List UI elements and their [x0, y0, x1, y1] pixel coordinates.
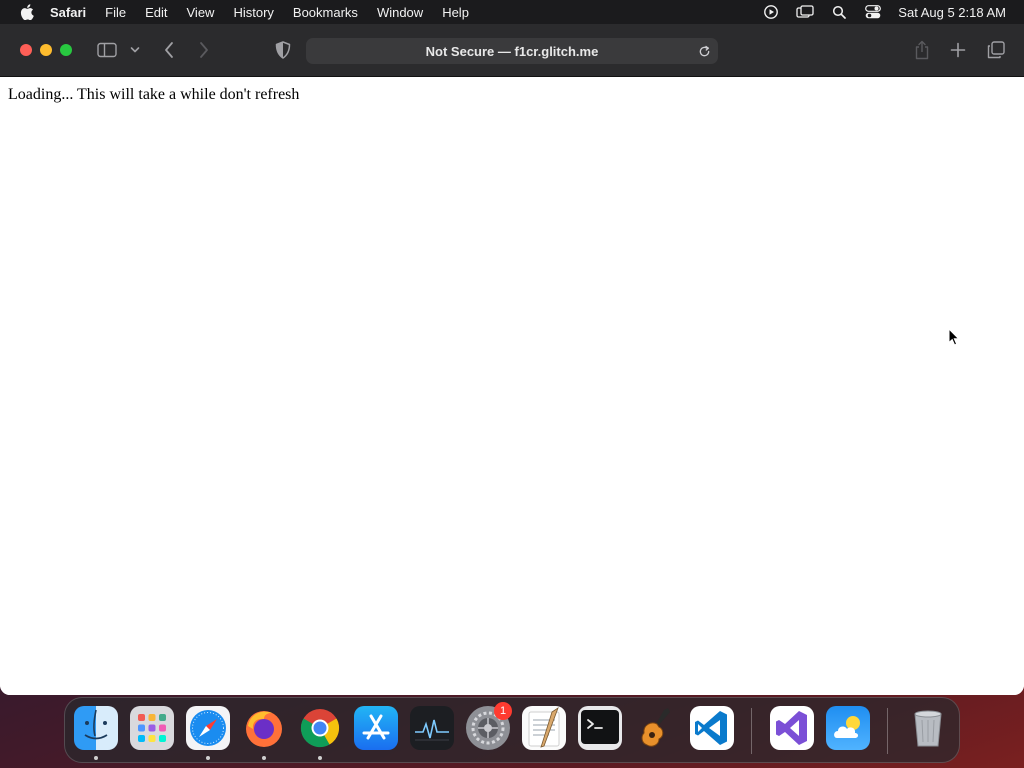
menu-edit[interactable]: Edit [145, 5, 167, 20]
apple-menu-icon[interactable] [16, 0, 38, 24]
garageband-icon[interactable] [634, 706, 678, 750]
launchpad-icon[interactable] [130, 706, 174, 750]
address-text: Not Secure — f1cr.glitch.me [425, 43, 599, 59]
web-page-content: Loading... This will take a while don't … [0, 78, 1024, 695]
menu-window[interactable]: Window [377, 5, 423, 20]
safari-window: Not Secure — f1cr.glitch.me Loading... T… [0, 24, 1024, 695]
minimize-window-button[interactable] [40, 44, 52, 56]
finder-icon[interactable] [74, 706, 118, 750]
dock-separator [887, 708, 888, 754]
tab-overview-icon[interactable] [985, 40, 1007, 60]
privacy-shield-icon[interactable] [273, 40, 293, 60]
screen-mirroring-icon[interactable] [796, 0, 814, 24]
firefox-icon[interactable] [242, 706, 286, 750]
running-indicator-safari [206, 756, 210, 760]
close-window-button[interactable] [20, 44, 32, 56]
dock-separator [751, 708, 752, 754]
maximize-window-button[interactable] [60, 44, 72, 56]
forward-chevron-icon[interactable] [195, 39, 213, 61]
control-center-icon[interactable] [864, 0, 882, 24]
menu-file[interactable]: File [105, 5, 126, 20]
menu-help[interactable]: Help [442, 5, 469, 20]
share-icon[interactable] [912, 39, 932, 61]
activity-monitor-icon[interactable] [410, 706, 454, 750]
running-indicator-firefox [262, 756, 266, 760]
tab-group-chevron-down-icon[interactable] [128, 42, 142, 58]
visual-studio-icon[interactable] [770, 706, 814, 750]
new-tab-plus-icon[interactable] [948, 40, 968, 60]
menu-view[interactable]: View [187, 5, 215, 20]
loading-message: Loading... This will take a while don't … [8, 86, 300, 103]
back-chevron-icon[interactable] [160, 39, 178, 61]
terminal-icon[interactable] [578, 706, 622, 750]
menubar-clock[interactable]: Sat Aug 5 2:18 AM [898, 5, 1006, 20]
running-indicator-chrome [318, 756, 322, 760]
spotlight-search-icon[interactable] [830, 0, 848, 24]
safari-icon[interactable] [186, 706, 230, 750]
address-bar[interactable]: Not Secure — f1cr.glitch.me [306, 38, 718, 64]
weather-icon[interactable] [826, 706, 870, 750]
menu-bar: Safari File Edit View History Bookmarks … [0, 0, 1024, 24]
reload-icon[interactable] [696, 43, 712, 59]
vscode-icon[interactable] [690, 706, 734, 750]
app-store-icon[interactable] [354, 706, 398, 750]
running-indicator-finder [94, 756, 98, 760]
menu-bookmarks[interactable]: Bookmarks [293, 5, 358, 20]
mouse-pointer-icon [948, 327, 960, 351]
menu-safari[interactable]: Safari [50, 5, 86, 20]
browser-toolbar: Not Secure — f1cr.glitch.me [0, 24, 1024, 77]
notification-badge: 1 [494, 702, 512, 720]
sidebar-toggle-icon[interactable] [96, 40, 118, 60]
chrome-icon[interactable] [298, 706, 342, 750]
menu-history[interactable]: History [233, 5, 273, 20]
trash-icon[interactable] [906, 706, 950, 750]
textedit-icon[interactable] [522, 706, 566, 750]
screen-recording-icon[interactable] [762, 0, 780, 24]
dock [64, 697, 960, 763]
